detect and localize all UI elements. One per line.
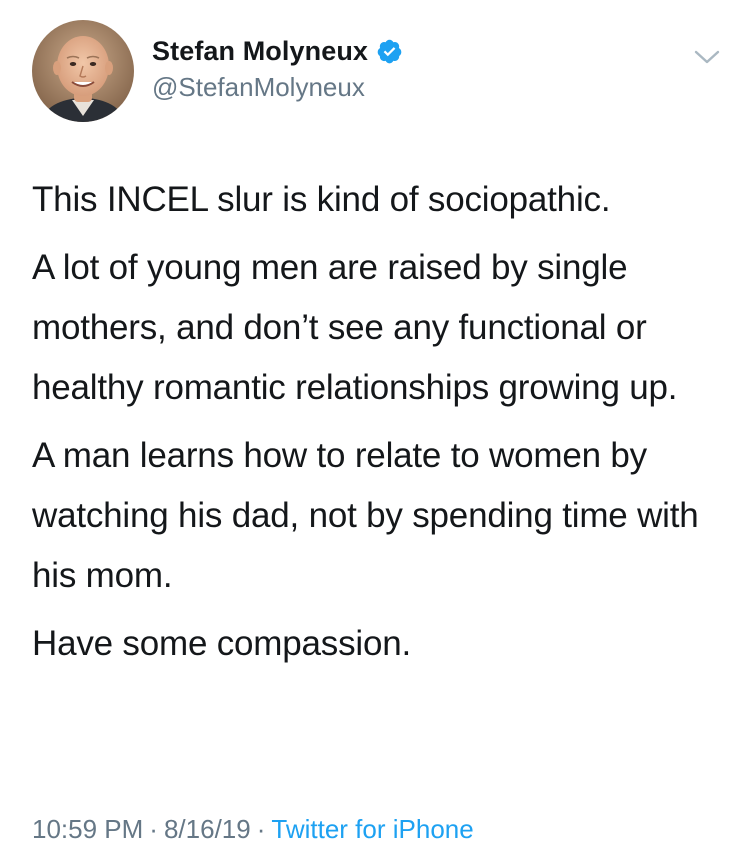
avatar[interactable] [32, 20, 134, 122]
tweet-source-link[interactable]: Twitter for iPhone [271, 814, 473, 844]
tweet-date[interactable]: 8/16/19 [164, 814, 251, 844]
tweet-card: Stefan Molyneux @StefanMolyneux This INC… [0, 0, 750, 865]
tweet-text: This INCEL slur is kind of sociopathic. … [32, 170, 732, 674]
tweet-paragraph: This INCEL slur is kind of sociopathic. [32, 180, 611, 219]
display-name[interactable]: Stefan Molyneux [152, 36, 368, 67]
separator: · [149, 814, 158, 844]
tweet-paragraph: A lot of young men are raised by single … [32, 248, 678, 407]
tweet-paragraph: Have some compassion. [32, 624, 412, 663]
author-row[interactable]: Stefan Molyneux [152, 34, 403, 68]
chevron-down-icon[interactable] [692, 46, 722, 68]
tweet-paragraph: A man learns how to relate to women by w… [32, 436, 699, 595]
profile-photo-icon [32, 20, 134, 122]
tweet-time[interactable]: 10:59 PM [32, 814, 143, 844]
user-handle[interactable]: @StefanMolyneux [152, 72, 365, 103]
separator: · [256, 814, 266, 844]
verified-badge-icon [376, 38, 403, 65]
tweet-meta: 10:59 PM · 8/16/19 · Twitter for iPhone [32, 814, 474, 845]
